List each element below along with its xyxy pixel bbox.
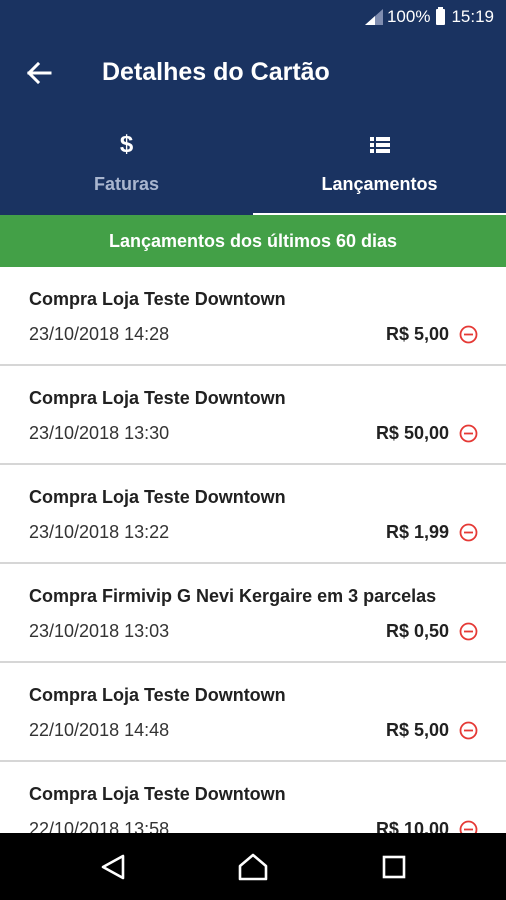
transaction-amount: R$ 5,00	[385, 324, 449, 344]
transaction-datetime: 23/10/2018 13:22	[29, 522, 170, 542]
status-bar: 100% 15:19	[0, 0, 506, 34]
list-item[interactable]: Compra Loja Teste Downtown 22/10/2018 14…	[0, 663, 506, 762]
transaction-amount: R$ 1,99	[385, 522, 449, 542]
tab-faturas[interactable]: $ Faturas	[0, 124, 253, 215]
battery-level: 100%	[386, 7, 431, 26]
transaction-amount: R$ 5,00	[385, 720, 449, 740]
tab-lancamentos[interactable]: Lançamentos	[253, 124, 506, 216]
recents-square-icon[interactable]	[377, 850, 411, 884]
tab-label: Faturas	[93, 174, 160, 194]
transaction-description: Compra Loja Teste Downtown	[29, 784, 286, 804]
minus-circle-icon	[459, 721, 478, 740]
app-bar: Detalhes do Cartão $ Faturas Lançamentos	[0, 34, 506, 216]
transaction-datetime: 23/10/2018 13:03	[29, 621, 170, 641]
period-banner: Lançamentos dos últimos 60 dias	[0, 215, 506, 267]
list-icon	[369, 132, 390, 158]
transaction-amount: R$ 10,00	[375, 819, 449, 833]
minus-circle-icon	[459, 622, 478, 641]
system-nav-bar	[0, 833, 506, 900]
signal-icon	[364, 9, 383, 25]
transaction-datetime: 22/10/2018 13:58	[29, 819, 170, 833]
list-item[interactable]: Compra Loja Teste Downtown 23/10/2018 13…	[0, 366, 506, 465]
arrow-left-icon[interactable]	[22, 56, 56, 90]
minus-circle-icon	[459, 523, 478, 542]
transaction-description: Compra Loja Teste Downtown	[29, 685, 286, 705]
list-item[interactable]: Compra Firmivip G Nevi Kergaire em 3 par…	[0, 564, 506, 663]
transaction-description: Compra Loja Teste Downtown	[29, 289, 286, 309]
transaction-datetime: 22/10/2018 14:48	[29, 720, 170, 740]
transaction-amount: R$ 50,00	[375, 423, 449, 443]
list-item[interactable]: Compra Loja Teste Downtown 23/10/2018 14…	[0, 267, 506, 366]
transaction-datetime: 23/10/2018 14:28	[29, 324, 170, 344]
transaction-description: Compra Firmivip G Nevi Kergaire em 3 par…	[29, 586, 437, 606]
status-time: 15:19	[451, 7, 494, 26]
back-triangle-icon[interactable]	[96, 850, 130, 884]
battery-icon	[436, 7, 446, 25]
minus-circle-icon	[459, 820, 478, 833]
transaction-amount: R$ 0,50	[385, 621, 449, 641]
transaction-datetime: 23/10/2018 13:30	[29, 423, 170, 443]
minus-circle-icon	[459, 325, 478, 344]
dollar-icon: $	[119, 131, 134, 158]
page-title: Detalhes do Cartão	[102, 58, 330, 86]
tab-label: Lançamentos	[321, 174, 438, 194]
list-item[interactable]: Compra Loja Teste Downtown 22/10/2018 13…	[0, 762, 506, 833]
home-icon[interactable]	[236, 850, 270, 884]
transaction-description: Compra Loja Teste Downtown	[29, 388, 286, 408]
transaction-description: Compra Loja Teste Downtown	[29, 487, 286, 507]
list-item[interactable]: Compra Loja Teste Downtown 23/10/2018 13…	[0, 465, 506, 564]
transaction-list[interactable]: Compra Loja Teste Downtown 23/10/2018 14…	[0, 267, 506, 833]
minus-circle-icon	[459, 424, 478, 443]
tab-bar: $ Faturas Lançamentos	[0, 124, 506, 216]
